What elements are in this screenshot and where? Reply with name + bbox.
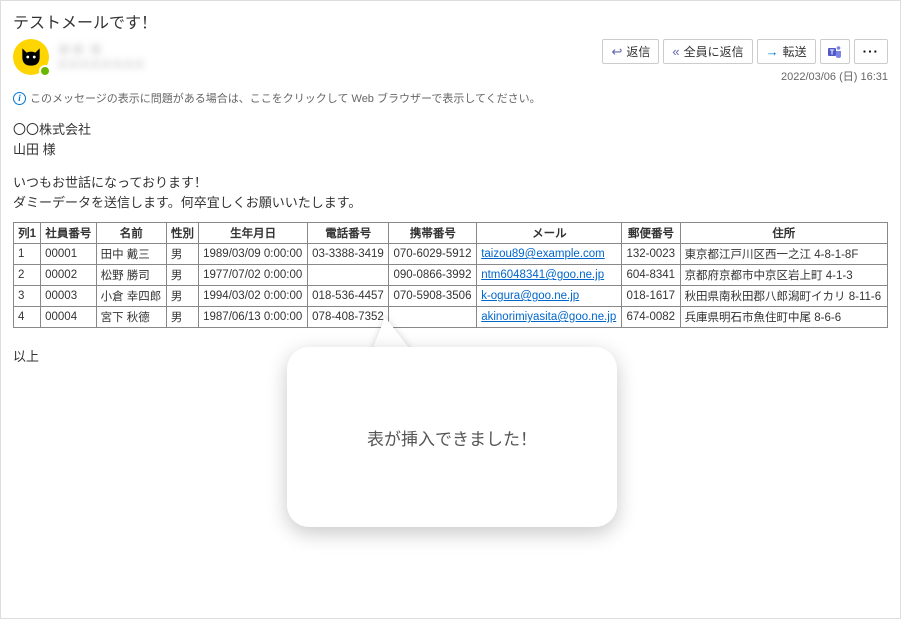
email-link[interactable]: akinorimiyasita@goo.ne.jp	[481, 311, 616, 323]
email-body: 〇〇株式会社 山田 様 いつもお世話になっております！ ダミーデータを送信します…	[1, 114, 900, 371]
info-message: このメッセージの表示に問題がある場合は、ここをクリックして Web ブラウザーで…	[30, 90, 541, 106]
table-cell: 3	[14, 286, 41, 307]
th-phone: 電話番号	[308, 223, 389, 244]
reply-icon: ↩	[611, 45, 622, 58]
intro-line2: ダミーデータを送信します。何卒宜しくお願いいたします。	[13, 193, 888, 213]
table-row: 100001田中 戴三男1989/03/09 0:00:0003-3388-34…	[14, 244, 888, 265]
table-cell: 男	[166, 307, 198, 328]
table-cell: 秋田県南秋田郡八郎潟町イカリ 8-11-6	[680, 286, 887, 307]
table-cell: 田中 戴三	[96, 244, 166, 265]
th-name: 名前	[96, 223, 166, 244]
table-cell: 兵庫県明石市魚住町中尾 8-6-6	[680, 307, 887, 328]
sender-block: ＊＊ ＊ ＊＊＊＊＊＊＊＊	[13, 39, 145, 75]
forward-icon: →	[766, 45, 779, 58]
table-cell: 1987/06/13 0:00:00	[199, 307, 308, 328]
th-address: 住所	[680, 223, 887, 244]
table-cell: 018-536-4457	[308, 286, 389, 307]
table-cell: 03-3388-3419	[308, 244, 389, 265]
table-cell: 男	[166, 286, 198, 307]
email-subject: テストメールです！	[13, 9, 888, 33]
email-timestamp: 2022/03/06 (日) 16:31	[781, 68, 888, 84]
table-cell	[308, 265, 389, 286]
email-link[interactable]: ntm6048341@goo.ne.jp	[481, 269, 604, 281]
email-link[interactable]: taizou89@example.com	[481, 248, 605, 260]
more-actions-button[interactable]: ···	[854, 39, 888, 64]
table-cell: akinorimiyasita@goo.ne.jp	[477, 307, 622, 328]
th-zip: 郵便番号	[622, 223, 680, 244]
forward-label: 転送	[783, 43, 807, 60]
intro-line1: いつもお世話になっております！	[13, 173, 888, 193]
forward-button[interactable]: → 転送	[757, 39, 816, 64]
reply-button[interactable]: ↩ 返信	[602, 39, 659, 64]
table-cell: 132-0023	[622, 244, 680, 265]
table-cell: 604-8341	[622, 265, 680, 286]
th-mail: メール	[477, 223, 622, 244]
table-cell: 00003	[41, 286, 96, 307]
th-col1: 列1	[14, 223, 41, 244]
table-cell: 男	[166, 244, 198, 265]
reply-all-label: 全員に返信	[684, 43, 744, 60]
th-mobile: 携帯番号	[389, 223, 477, 244]
table-cell: 00001	[41, 244, 96, 265]
callout-text: 表が挿入できました！	[367, 425, 537, 450]
table-cell: taizou89@example.com	[477, 244, 622, 265]
table-cell: 018-1617	[622, 286, 680, 307]
svg-text:T: T	[830, 49, 835, 56]
table-cell: 小倉 幸四郎	[96, 286, 166, 307]
info-icon: i	[13, 92, 26, 105]
th-gender: 性別	[166, 223, 198, 244]
table-cell: 松野 勝司	[96, 265, 166, 286]
reply-all-icon: «	[672, 45, 679, 58]
table-cell: 090-0866-3992	[389, 265, 477, 286]
table-row: 400004宮下 秋德男1987/06/13 0:00:00078-408-73…	[14, 307, 888, 328]
data-table: 列1 社員番号 名前 性別 生年月日 電話番号 携帯番号 メール 郵便番号 住所…	[13, 222, 888, 328]
greeting-name: 山田 様	[13, 140, 888, 160]
greeting-company: 〇〇株式会社	[13, 120, 888, 140]
table-cell: 2	[14, 265, 41, 286]
reply-label: 返信	[626, 43, 650, 60]
table-cell: k-ogura@goo.ne.jp	[477, 286, 622, 307]
email-link[interactable]: k-ogura@goo.ne.jp	[481, 290, 579, 302]
table-cell: 男	[166, 265, 198, 286]
teams-button[interactable]: T	[820, 39, 850, 64]
table-cell: 1994/03/02 0:00:00	[199, 286, 308, 307]
info-bar[interactable]: i このメッセージの表示に問題がある場合は、ここをクリックして Web ブラウザ…	[1, 88, 900, 114]
table-cell: 1	[14, 244, 41, 265]
table-cell: 4	[14, 307, 41, 328]
table-cell: 1989/03/09 0:00:00	[199, 244, 308, 265]
sender-info-masked: ＊＊ ＊ ＊＊＊＊＊＊＊＊	[57, 42, 145, 72]
table-row: 200002松野 勝司男1977/07/02 0:00:00 090-0866-3…	[14, 265, 888, 286]
table-cell: 京都府京都市中京区岩上町 4-1-3	[680, 265, 887, 286]
annotation-callout: 表が挿入できました！	[287, 347, 617, 527]
action-toolbar: ↩ 返信 « 全員に返信 → 転送 T	[602, 39, 888, 64]
table-cell: 東京都江戸川区西一之江 4-8-1-8F	[680, 244, 887, 265]
table-cell: 宮下 秋德	[96, 307, 166, 328]
table-cell: 674-0082	[622, 307, 680, 328]
table-cell: 070-6029-5912	[389, 244, 477, 265]
table-cell: 070-5908-3506	[389, 286, 477, 307]
table-cell: ntm6048341@goo.ne.jp	[477, 265, 622, 286]
table-cell: 00004	[41, 307, 96, 328]
table-cell: 1977/07/02 0:00:00	[199, 265, 308, 286]
presence-available-icon	[39, 65, 51, 77]
table-header-row: 列1 社員番号 名前 性別 生年月日 電話番号 携帯番号 メール 郵便番号 住所	[14, 223, 888, 244]
reply-all-button[interactable]: « 全員に返信	[663, 39, 752, 64]
th-birth: 生年月日	[199, 223, 308, 244]
table-row: 300003小倉 幸四郎男1994/03/02 0:00:00018-536-4…	[14, 286, 888, 307]
teams-icon: T	[827, 44, 843, 60]
avatar[interactable]	[13, 39, 49, 75]
th-empno: 社員番号	[41, 223, 96, 244]
table-cell: 00002	[41, 265, 96, 286]
